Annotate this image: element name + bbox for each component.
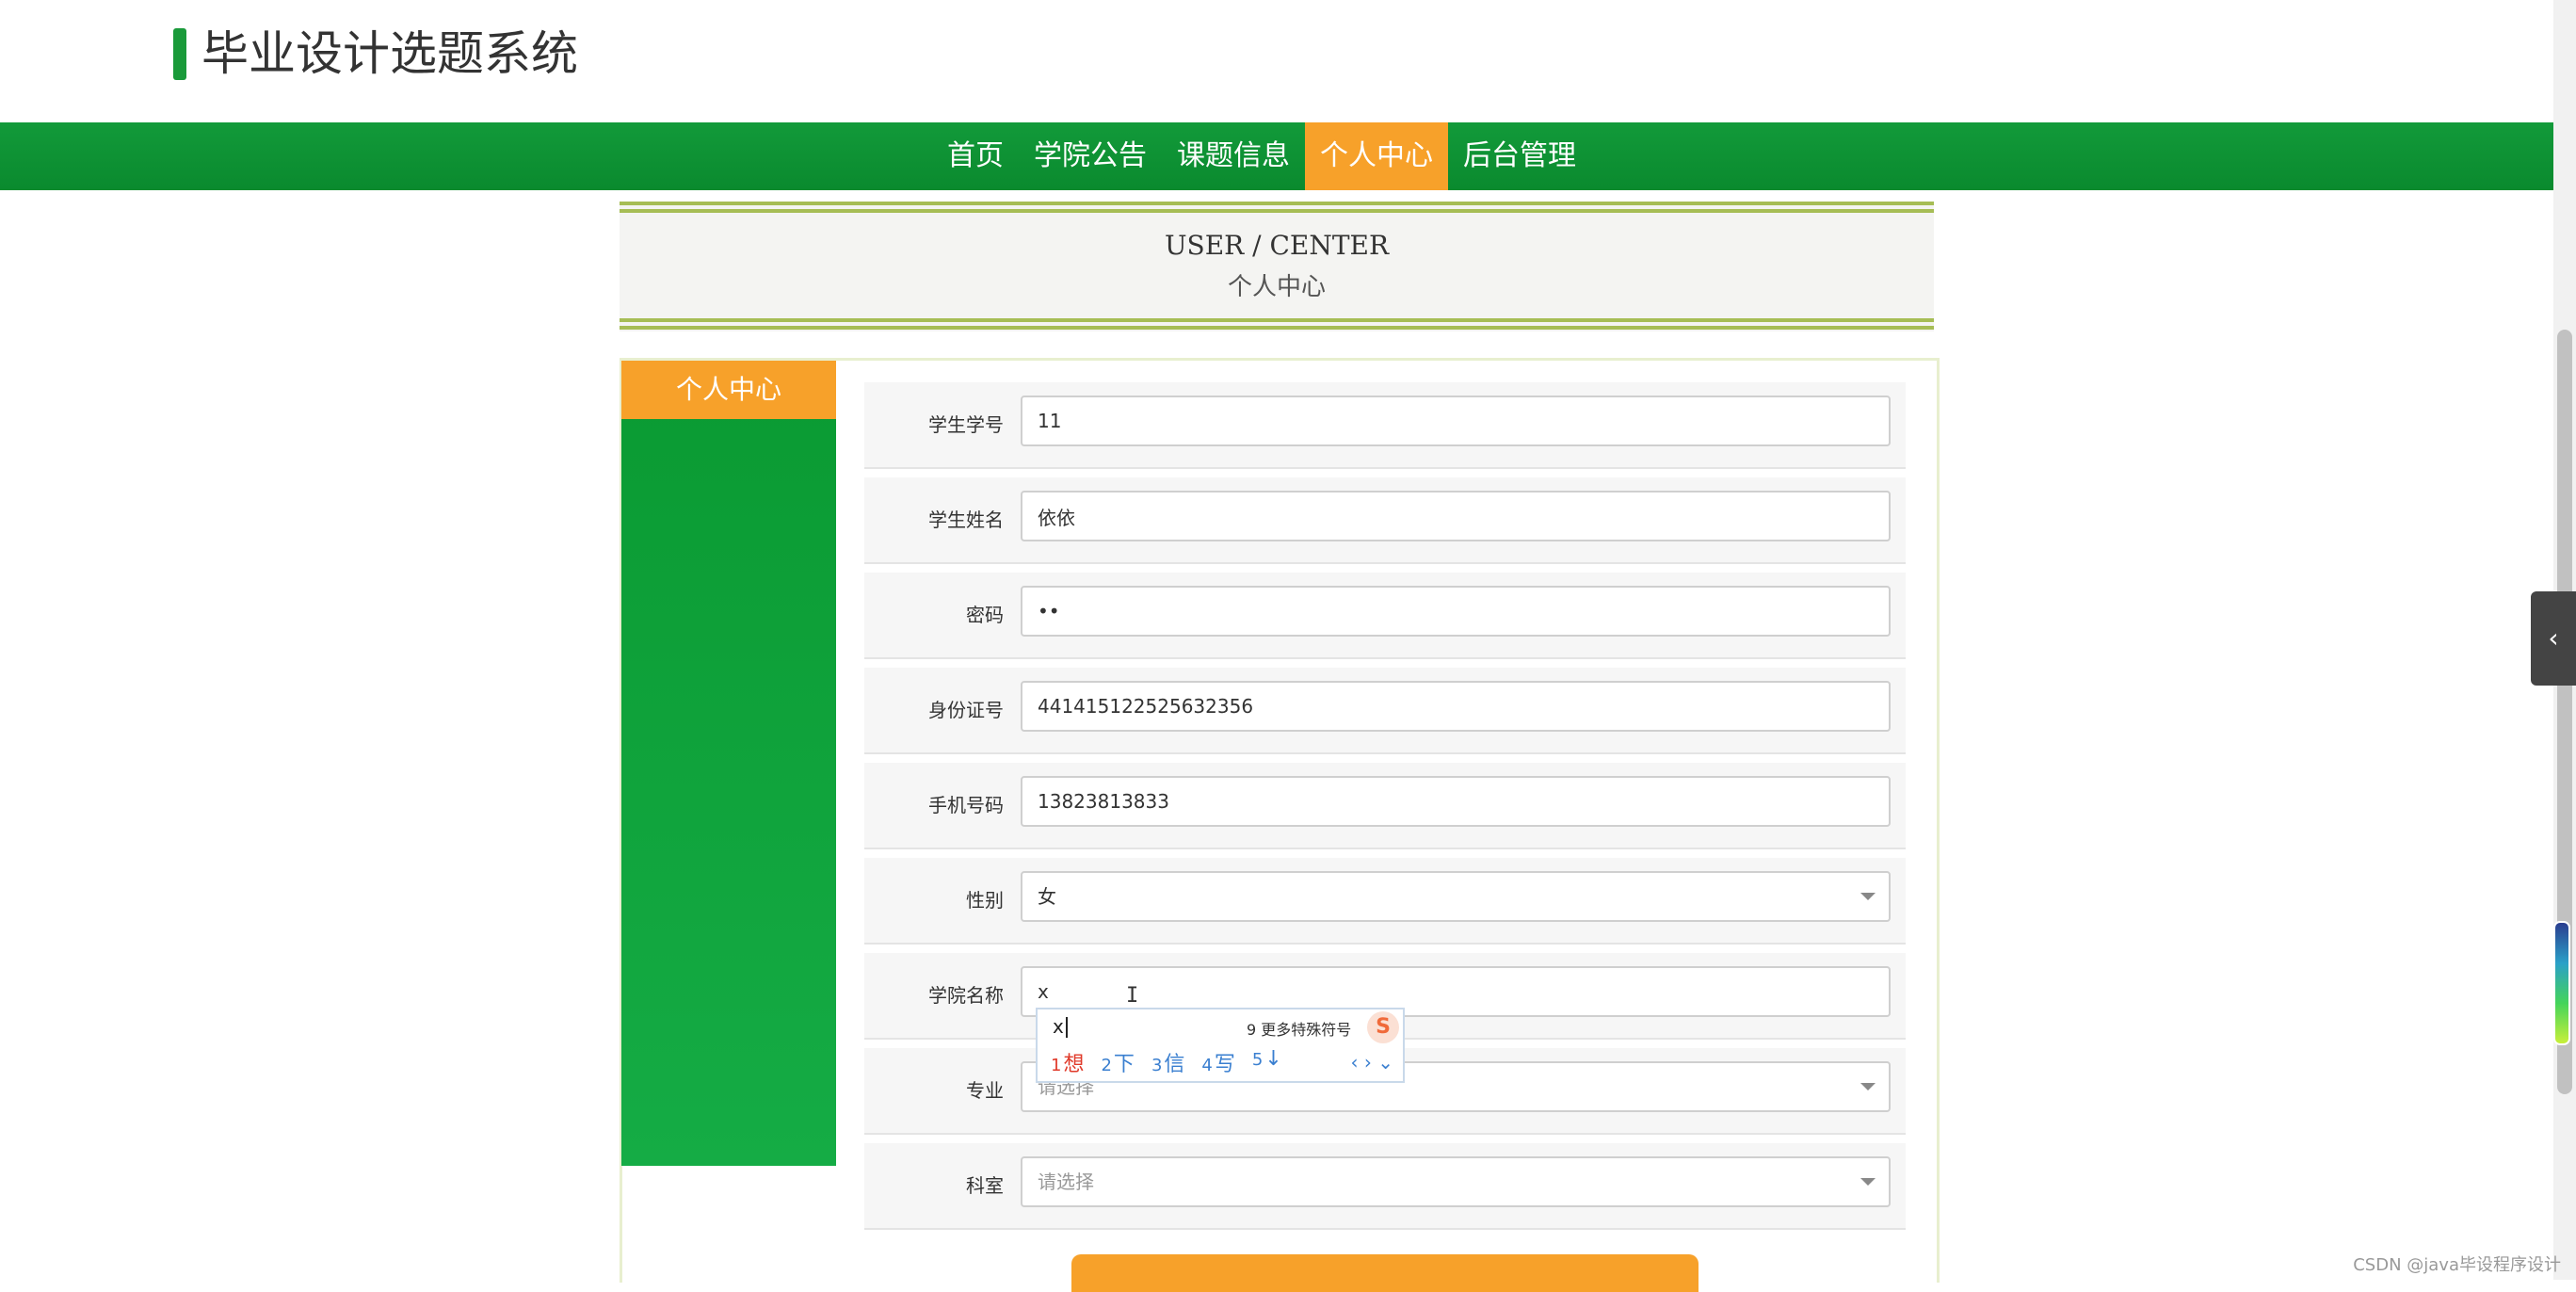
chevron-down-icon xyxy=(1860,893,1876,900)
ime-logo-icon: S xyxy=(1367,1011,1399,1043)
ime-more-symbols[interactable]: 9 更多特殊符号 xyxy=(1247,1017,1351,1040)
form-row-department: 科室 请选择 xyxy=(864,1143,1906,1230)
main-navbar: 首页 学院公告 课题信息 个人中心 后台管理 xyxy=(0,122,2553,190)
student-id-input[interactable] xyxy=(1021,396,1891,446)
form-row-student-name: 学生姓名 xyxy=(864,477,1906,564)
form-row-id-card: 身份证号 xyxy=(864,668,1906,754)
volume-gauge xyxy=(2553,921,2570,1045)
watermark: CSDN @java毕设程序设计 xyxy=(2353,1255,2561,1275)
ime-candidate-1[interactable]: 1想 xyxy=(1051,1047,1084,1077)
phone-input[interactable] xyxy=(1021,776,1891,827)
ime-candidate-3[interactable]: 3信 xyxy=(1151,1047,1184,1077)
ime-candidate-4[interactable]: 4写 xyxy=(1201,1047,1234,1077)
gender-select-value: 女 xyxy=(1038,885,1056,908)
ime-candidate-list: 1想 2下 3信 4写 5↓ xyxy=(1051,1047,1282,1077)
student-id-label: 学生学号 xyxy=(928,413,1004,436)
form-row-password: 密码 xyxy=(864,573,1906,659)
banner-bottom-line xyxy=(620,318,1934,322)
chevron-down-icon xyxy=(1860,1083,1876,1090)
phone-label: 手机号码 xyxy=(928,794,1004,816)
college-label: 学院名称 xyxy=(928,984,1004,1007)
sidebar-title[interactable]: 个人中心 xyxy=(621,361,836,419)
banner-title-cn: 个人中心 xyxy=(1227,273,1326,301)
nav-item-home[interactable]: 首页 xyxy=(932,122,1019,190)
department-label: 科室 xyxy=(966,1174,1004,1197)
ime-candidate-5[interactable]: 5↓ xyxy=(1252,1047,1282,1077)
banner-title-en: USER / CENTER xyxy=(1164,230,1390,261)
logo-accent-bar xyxy=(173,28,186,80)
student-name-label: 学生姓名 xyxy=(928,509,1004,531)
site-title: 毕业设计选题系统 xyxy=(201,26,578,81)
side-panel-toggle[interactable]: ‹ xyxy=(2531,591,2576,686)
chevron-down-icon xyxy=(1860,1178,1876,1186)
form-row-phone: 手机号码 xyxy=(864,763,1906,849)
page-banner: USER / CENTER 个人中心 xyxy=(620,202,1934,331)
ime-candidate-2[interactable]: 2下 xyxy=(1101,1047,1134,1077)
sidebar: 个人中心 xyxy=(621,361,836,1166)
password-label: 密码 xyxy=(966,604,1004,626)
banner-top-line-2 xyxy=(620,209,1934,213)
site-header: 毕业设计选题系统 xyxy=(0,0,2553,122)
major-label: 专业 xyxy=(966,1079,1004,1102)
form-row-student-id: 学生学号 xyxy=(864,382,1906,469)
student-name-input[interactable] xyxy=(1021,491,1891,541)
department-select-placeholder: 请选择 xyxy=(1038,1171,1094,1193)
banner-bottom-line-2 xyxy=(620,326,1934,330)
nav-item-topics[interactable]: 课题信息 xyxy=(1162,122,1305,190)
ime-composition-text: x xyxy=(1053,1015,1068,1038)
nav-item-user-center[interactable]: 个人中心 xyxy=(1305,122,1448,190)
id-card-label: 身份证号 xyxy=(928,699,1004,721)
gender-label: 性别 xyxy=(966,889,1004,912)
id-card-input[interactable] xyxy=(1021,681,1891,732)
submit-button[interactable] xyxy=(1071,1254,1699,1292)
gender-select[interactable]: 女 xyxy=(1021,871,1891,922)
banner-top-line xyxy=(620,202,1934,205)
nav-item-admin[interactable]: 后台管理 xyxy=(1448,122,1591,190)
text-cursor-icon: I xyxy=(1126,984,1139,1008)
password-input[interactable] xyxy=(1021,586,1891,637)
ime-page-nav[interactable]: ‹ › ⌄ xyxy=(1351,1051,1393,1074)
chevron-left-icon: ‹ xyxy=(2548,622,2559,654)
ime-candidate-popup: x 9 更多特殊符号 S 1想 2下 3信 4写 5↓ ‹ › ⌄ xyxy=(1036,1008,1405,1083)
form-row-gender: 性别 女 xyxy=(864,858,1906,945)
department-select[interactable]: 请选择 xyxy=(1021,1156,1891,1207)
nav-item-announcements[interactable]: 学院公告 xyxy=(1019,122,1162,190)
